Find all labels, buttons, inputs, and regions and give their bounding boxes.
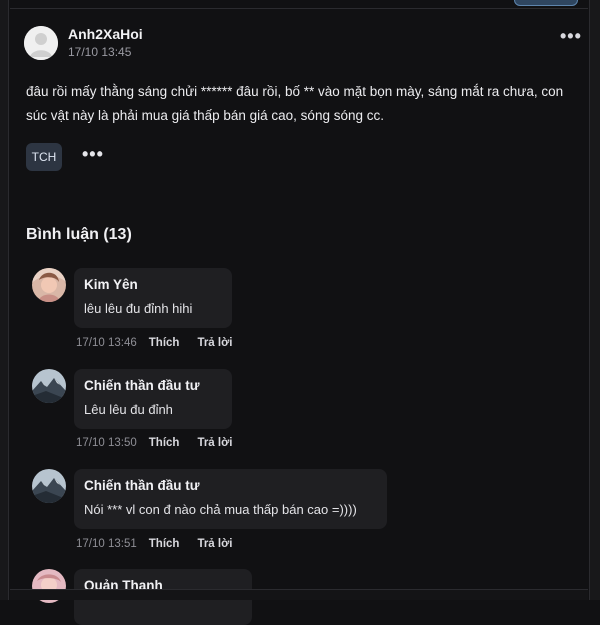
comment-text: Lêu lêu đu đỉnh bbox=[84, 402, 173, 417]
commenter-avatar-1[interactable] bbox=[32, 268, 66, 302]
comment-text: lêu lêu đu đỉnh hihi bbox=[84, 301, 193, 316]
like-button[interactable]: Thích bbox=[149, 437, 180, 449]
commenter-avatar-2[interactable] bbox=[32, 369, 66, 403]
top-edge bbox=[10, 0, 588, 9]
comment-bubble-3: Chiến thần đầu tư Nói *** vl con đ nào c… bbox=[74, 469, 387, 529]
comment-meta-3: 17/10 13:51 Thích Trả lời bbox=[76, 538, 232, 550]
like-button[interactable]: Thích bbox=[149, 538, 180, 550]
like-button[interactable]: Thích bbox=[149, 337, 180, 349]
comment-author[interactable]: Chiến thần đầu tư bbox=[84, 477, 377, 495]
comment-bubble-2: Chiến thần đầu tư Lêu lêu đu đỉnh bbox=[74, 369, 232, 429]
comment-time: 17/10 13:46 bbox=[76, 337, 137, 349]
comments-header: Bình luận (13) bbox=[26, 226, 132, 243]
right-frame bbox=[589, 0, 600, 600]
post-timestamp: 17/10 13:45 bbox=[68, 45, 132, 59]
bottom-edge bbox=[10, 589, 588, 600]
comment-meta-1: 17/10 13:46 Thích Trả lời bbox=[76, 337, 232, 349]
reply-button[interactable]: Trả lời bbox=[197, 337, 232, 349]
reply-button[interactable]: Trả lời bbox=[197, 437, 232, 449]
top-action-button[interactable] bbox=[514, 0, 578, 6]
comment-time: 17/10 13:51 bbox=[76, 538, 137, 550]
left-frame bbox=[0, 0, 9, 600]
post-author-avatar[interactable] bbox=[24, 26, 58, 60]
comment-author[interactable]: Kim Yên bbox=[84, 276, 222, 294]
commenter-avatar-3[interactable] bbox=[32, 469, 66, 503]
comment-bubble-1: Kim Yên lêu lêu đu đỉnh hihi bbox=[74, 268, 232, 328]
default-user-icon bbox=[24, 26, 58, 60]
comment-time: 17/10 13:50 bbox=[76, 437, 137, 449]
comment-text: Nói *** vl con đ nào chả mua thấp bán ca… bbox=[84, 502, 357, 517]
comment-meta-2: 17/10 13:50 Thích Trả lời bbox=[76, 437, 232, 449]
mountain-photo-icon bbox=[32, 469, 66, 503]
reply-button[interactable]: Trả lời bbox=[197, 538, 232, 550]
post-more-icon[interactable]: ••• bbox=[560, 26, 582, 47]
mountain-photo-icon bbox=[32, 369, 66, 403]
post-author-name[interactable]: Anh2XaHoi bbox=[68, 26, 143, 42]
user-photo-icon bbox=[32, 268, 66, 302]
post-body: đâu rồi mấy thằng sáng chửi ****** đâu r… bbox=[26, 84, 564, 123]
stock-tag[interactable]: TCH bbox=[26, 143, 62, 171]
post-actions-more-icon[interactable]: ••• bbox=[82, 144, 104, 165]
comment-author[interactable]: Chiến thần đầu tư bbox=[84, 377, 222, 395]
